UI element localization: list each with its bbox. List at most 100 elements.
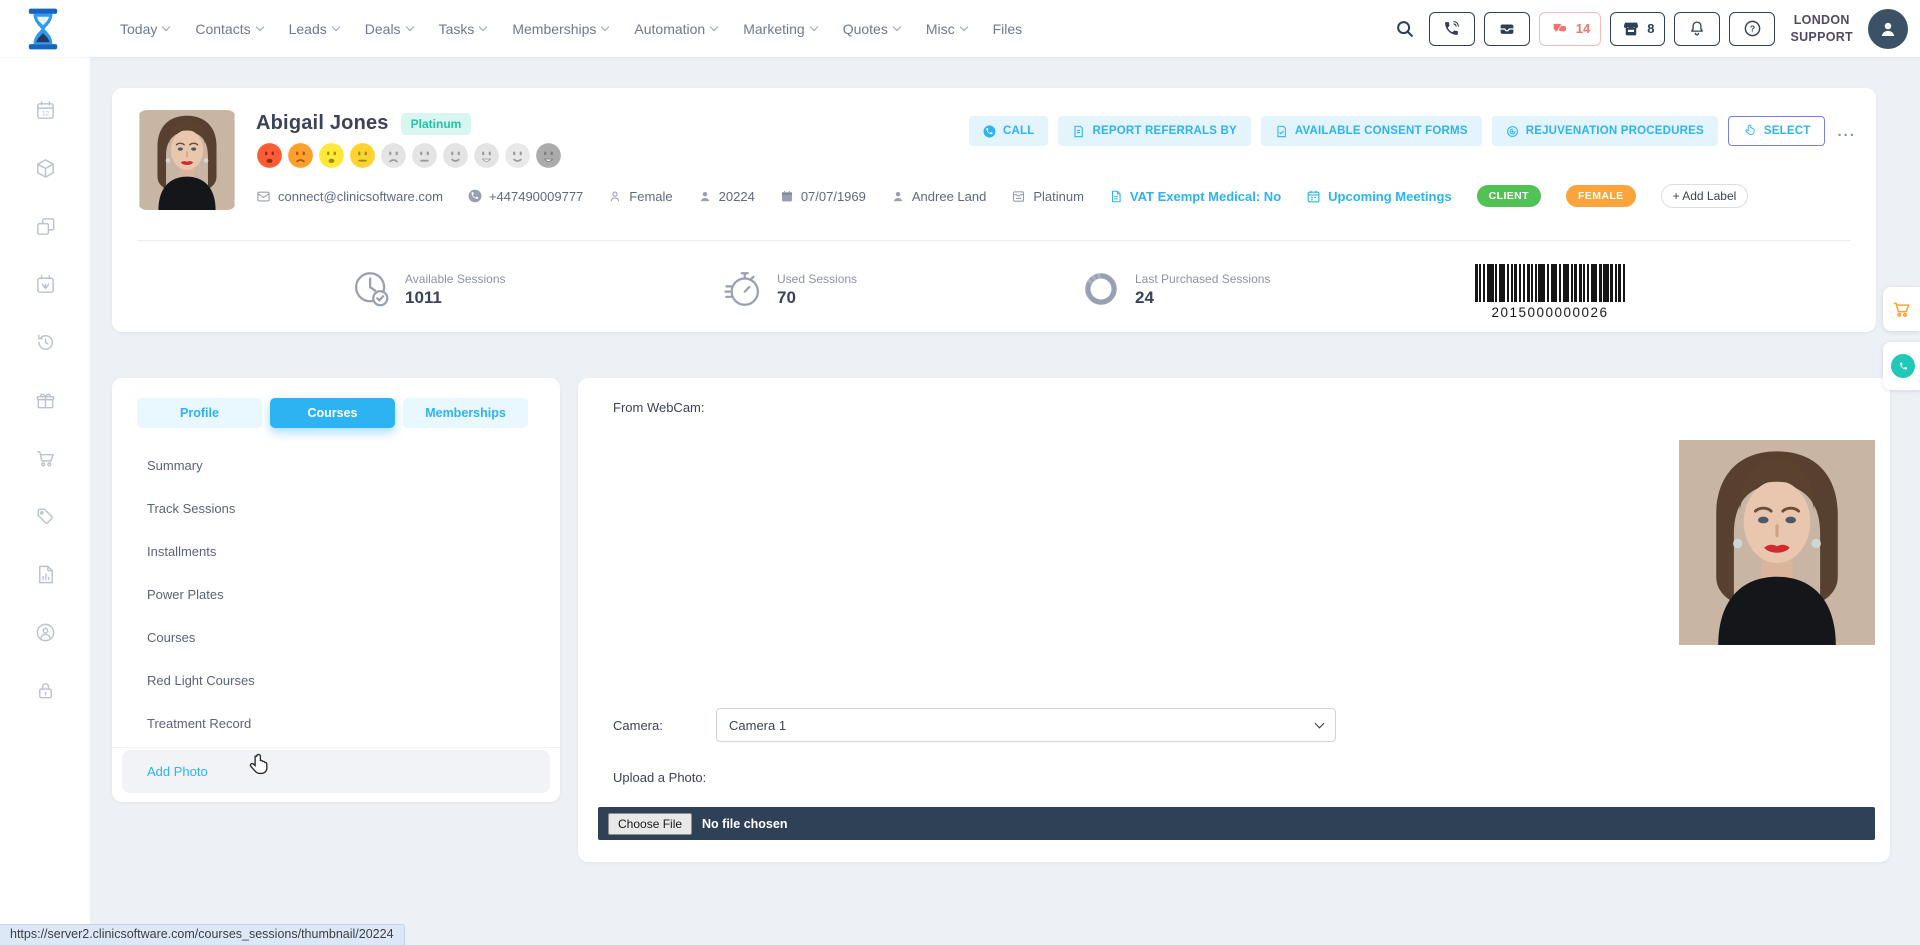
notifications-button[interactable]: [1674, 12, 1720, 46]
chat-button[interactable]: 14: [1539, 12, 1601, 46]
user-privacy-icon[interactable]: [34, 621, 57, 644]
barcode-number: 2015000000026: [1475, 305, 1625, 320]
choose-file-button[interactable]: Choose File: [608, 813, 692, 835]
mood-icon-5[interactable]: [380, 142, 407, 169]
more-actions-button[interactable]: ...: [1837, 123, 1856, 140]
no-file-chosen-text: No file chosen: [702, 817, 787, 831]
tab-profile[interactable]: Profile: [137, 398, 262, 428]
mood-icon-3[interactable]: [318, 142, 345, 169]
nav-label: Misc: [926, 21, 955, 37]
search-icon[interactable]: [1394, 18, 1416, 40]
nav-item-deals[interactable]: Deals: [365, 21, 413, 37]
tab-memberships[interactable]: Memberships: [403, 398, 528, 428]
tab-courses[interactable]: Courses: [270, 398, 395, 428]
mood-icon-2[interactable]: [287, 142, 314, 169]
report-icon[interactable]: [34, 563, 57, 586]
svg-text:12: 12: [42, 110, 49, 117]
camera-select[interactable]: Camera 1: [716, 708, 1336, 742]
sidebar-item-red-light-courses[interactable]: Red Light Courses: [112, 659, 560, 702]
chevron-down-icon: [255, 23, 263, 31]
chevron-down-icon: [479, 23, 487, 31]
tags-icon[interactable]: [34, 505, 57, 528]
main-nav: Today Contacts Leads Deals Tasks Members…: [120, 21, 1022, 37]
chevron-down-icon: [601, 23, 609, 31]
courses-submenu: Summary Track Sessions Installments Powe…: [112, 444, 560, 793]
label-female: FEMALE: [1566, 185, 1636, 207]
cart-widget[interactable]: [1883, 287, 1920, 331]
from-webcam-label: From WebCam:: [613, 400, 705, 415]
email-icon: [256, 189, 271, 204]
select-button[interactable]: SELECT: [1728, 116, 1826, 146]
mood-icon-10[interactable]: [535, 142, 562, 169]
call-widget[interactable]: [1883, 342, 1920, 390]
nav-item-today[interactable]: Today: [120, 21, 169, 37]
sidebar-item-power-plates[interactable]: Power Plates: [112, 573, 560, 616]
phone-icon: [468, 189, 482, 203]
consent-forms-button[interactable]: AVAILABLE CONSENT FORMS: [1261, 116, 1482, 146]
mood-icon-1[interactable]: [256, 142, 283, 169]
sidebar-item-track-sessions[interactable]: Track Sessions: [112, 487, 560, 530]
client-assigned: Andree Land: [891, 189, 986, 204]
select-hand-icon: [1743, 124, 1757, 138]
top-bar: Today Contacts Leads Deals Tasks Members…: [0, 0, 1920, 57]
mood-icon-6[interactable]: [411, 142, 438, 169]
call-button[interactable]: CALL: [969, 116, 1048, 146]
sidebar-item-treatment-record[interactable]: Treatment Record: [112, 702, 560, 745]
rejuvenation-icon: [1506, 125, 1519, 138]
nav-item-marketing[interactable]: Marketing: [743, 21, 816, 37]
sidebar-item-add-photo[interactable]: Add Photo: [122, 750, 550, 793]
lock-icon[interactable]: [34, 679, 57, 702]
vat-exempt-link[interactable]: VAT Exempt Medical: No: [1109, 189, 1281, 204]
gift-icon[interactable]: [34, 389, 57, 412]
history-icon[interactable]: [34, 331, 57, 354]
divider: [112, 747, 560, 748]
calendar-12-icon[interactable]: 12: [34, 99, 57, 122]
sidebar-item-installments[interactable]: Installments: [112, 530, 560, 573]
divider: [137, 240, 1851, 241]
file-upload-bar: Choose File No file chosen: [598, 807, 1875, 840]
mood-icon-4[interactable]: [349, 142, 376, 169]
calendar-icon: [1306, 189, 1321, 204]
mood-icon-9[interactable]: [504, 142, 531, 169]
stat-used-sessions: Used Sessions70: [722, 268, 857, 310]
nav-label: Today: [120, 21, 157, 37]
stat-value: 24: [1135, 288, 1154, 307]
left-icon-rail: 12: [0, 57, 90, 945]
client-barcode: 2015000000026: [1475, 264, 1625, 320]
nav-item-automation[interactable]: Automation: [634, 21, 717, 37]
sidebar-item-courses[interactable]: Courses: [112, 616, 560, 659]
sidebar-item-summary[interactable]: Summary: [112, 444, 560, 487]
calendar-icon: [780, 189, 794, 204]
document-icon: [1109, 189, 1123, 204]
copy-icon[interactable]: [34, 215, 57, 238]
inbox-button[interactable]: [1484, 12, 1530, 46]
cart-icon[interactable]: [34, 447, 57, 470]
rejuvenation-procedures-button[interactable]: REJUVENATION PROCEDURES: [1492, 116, 1718, 146]
nav-item-leads[interactable]: Leads: [289, 21, 339, 37]
user-avatar[interactable]: [1868, 9, 1908, 49]
mood-icon-7[interactable]: [442, 142, 469, 169]
report-referrals-button[interactable]: REPORT REFERRALS BY: [1058, 116, 1250, 146]
help-button[interactable]: ?: [1729, 12, 1775, 46]
calendar-rebook-icon[interactable]: [34, 273, 57, 296]
chevron-down-icon: [710, 23, 718, 31]
upload-photo-label: Upload a Photo:: [613, 770, 706, 785]
dialer-button[interactable]: [1429, 12, 1475, 46]
nav-item-tasks[interactable]: Tasks: [439, 21, 487, 37]
mood-icon-8[interactable]: [473, 142, 500, 169]
store-button[interactable]: 8: [1610, 12, 1665, 46]
person-icon: [891, 189, 905, 204]
nav-item-files[interactable]: Files: [993, 21, 1023, 37]
nav-item-memberships[interactable]: Memberships: [512, 21, 608, 37]
nav-item-misc[interactable]: Misc: [926, 21, 967, 37]
add-label-button[interactable]: + Add Label: [1661, 184, 1749, 208]
nav-label: Leads: [289, 21, 327, 37]
upcoming-meetings-link[interactable]: Upcoming Meetings: [1306, 189, 1452, 204]
clinicsoftware-logo[interactable]: [24, 7, 62, 51]
stat-label: Available Sessions: [405, 272, 506, 286]
client-phone: +447490009777: [468, 189, 583, 204]
nav-item-contacts[interactable]: Contacts: [195, 21, 262, 37]
package-icon[interactable]: [34, 157, 57, 180]
nav-item-quotes[interactable]: Quotes: [843, 21, 900, 37]
chevron-down-icon: [332, 23, 340, 31]
